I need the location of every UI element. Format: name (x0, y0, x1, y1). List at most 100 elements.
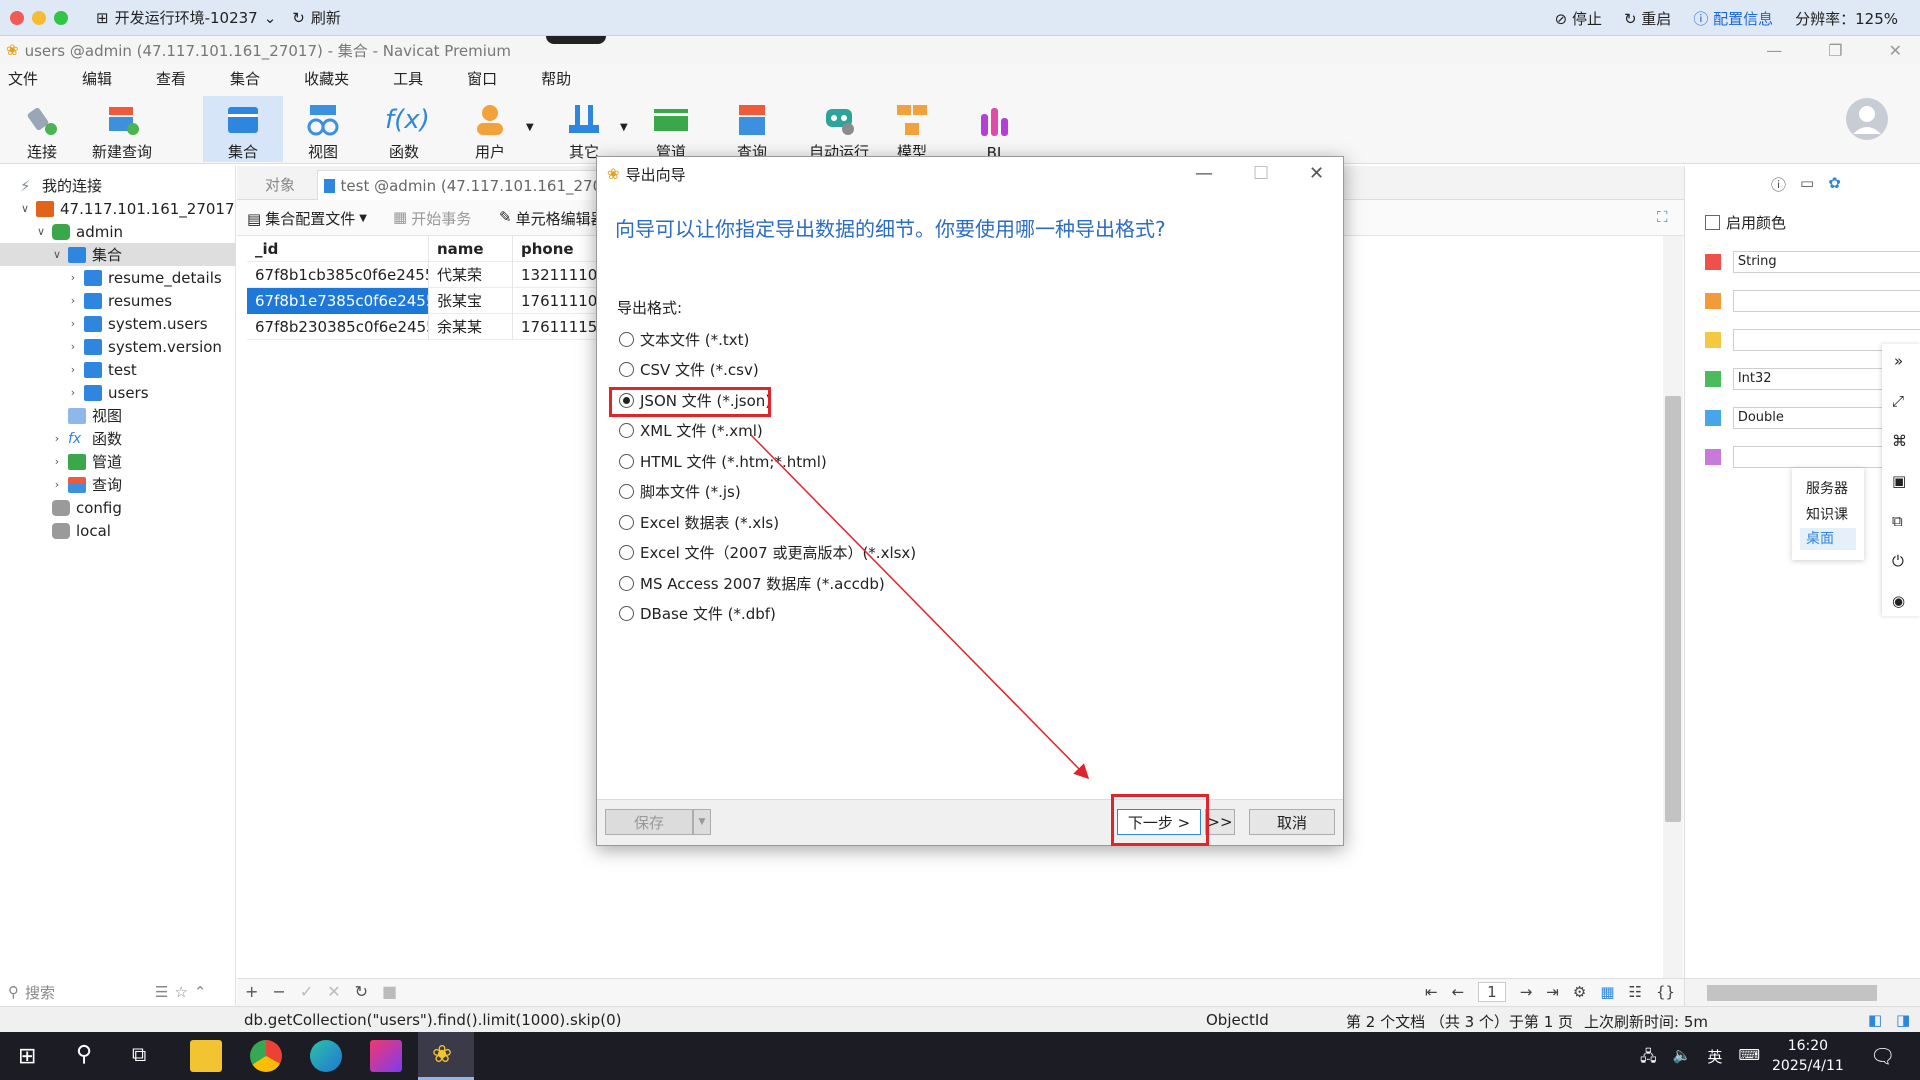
config-file-button[interactable]: ▤ 集合配置文件 ▼ (247, 208, 367, 229)
stop-button[interactable]: ⊘ 停止 (1555, 8, 1602, 29)
network-icon[interactable]: 🖧 (1640, 1046, 1657, 1071)
user-dropdown-icon[interactable]: ▼ (526, 122, 534, 133)
sidebar-search[interactable]: ⚲ 搜索 ☰ ☆ ⌃ (0, 978, 236, 1006)
color-swatch[interactable] (1705, 410, 1721, 426)
tab-collection[interactable]: test @admin (47.117.101.161_2701... (317, 170, 627, 200)
query-button[interactable]: 查询 (716, 96, 788, 162)
tree-collections-group[interactable]: ∨ 集合 (0, 243, 236, 266)
table-cell[interactable]: 132111108 (513, 261, 602, 288)
table-row[interactable]: 67f8b1e7385c0f6e2455 张某宝 176111100 (247, 287, 602, 314)
discard-icon[interactable]: ✕ (327, 982, 340, 1001)
table-row[interactable]: 67f8b1cb385c0f6e2455 代某荣 132111108 (247, 261, 602, 288)
add-record-icon[interactable]: + (245, 982, 258, 1001)
collapse-icon[interactable]: ⌃ (194, 983, 207, 1001)
mac-minimize-icon[interactable] (32, 10, 46, 25)
color-icon[interactable]: ✿ (1828, 174, 1841, 195)
color-type-field[interactable]: String (1732, 251, 1920, 273)
user-button[interactable]: 用户 (454, 96, 526, 162)
copy-icon[interactable]: ⧉ (1892, 512, 1903, 530)
mac-close-icon[interactable] (10, 10, 24, 25)
tree-queries[interactable]: › 查询 (0, 473, 236, 496)
menu-window[interactable]: 窗口 (459, 68, 511, 89)
column-header[interactable]: name (429, 235, 513, 262)
delete-record-icon[interactable]: − (272, 982, 285, 1001)
color-swatch[interactable] (1705, 332, 1721, 348)
eye-icon[interactable]: ◉ (1892, 592, 1905, 610)
expand-icon[interactable]: » (1894, 352, 1903, 370)
color-swatch[interactable] (1705, 371, 1721, 387)
other-button[interactable]: 其它 (548, 96, 620, 162)
stop-icon[interactable]: ■ (382, 982, 397, 1001)
enable-color-checkbox[interactable]: 启用颜色 (1705, 212, 1786, 233)
begin-transaction-button[interactable]: ▦ 开始事务 (393, 208, 471, 229)
navicat-taskbar-item[interactable]: ❀ (418, 1032, 474, 1080)
tree-db-config[interactable]: config (0, 496, 236, 519)
color-swatch[interactable] (1705, 449, 1721, 465)
close-icon[interactable]: ✕ (1889, 41, 1902, 60)
intellij-icon[interactable] (370, 1040, 402, 1072)
search-icon[interactable]: ⚲ (76, 1042, 92, 1067)
bi-button[interactable]: BI (958, 96, 1030, 162)
ddl-icon[interactable]: ▭ (1800, 174, 1814, 195)
menu-edit[interactable]: 编辑 (74, 68, 126, 89)
tree-db-admin[interactable]: ∨ admin (0, 220, 236, 243)
keyboard-icon[interactable]: ⌨ (1738, 1046, 1760, 1071)
avatar[interactable] (1846, 98, 1888, 140)
apply-icon[interactable]: ✓ (300, 982, 313, 1001)
start-icon[interactable]: ⊞ (18, 1044, 36, 1069)
task-view-icon[interactable]: ⧉ (132, 1042, 146, 1066)
tree-pipelines[interactable]: › 管道 (0, 450, 236, 473)
tree-collection-item[interactable]: › system.users (0, 312, 236, 335)
table-cell[interactable]: 67f8b230385c0f6e2455 (247, 313, 429, 340)
mac-maximize-icon[interactable] (54, 10, 68, 25)
tree-collection-item[interactable]: › resume_details (0, 266, 236, 289)
tree-db-local[interactable]: local (0, 519, 236, 542)
new-query-button[interactable]: 新建查询 (86, 96, 158, 162)
tree-collection-item[interactable]: › test (0, 358, 236, 381)
view-button[interactable]: 视图 (287, 96, 359, 162)
table-cell[interactable]: 67f8b1e7385c0f6e2455 (247, 287, 429, 314)
scrollbar-thumb[interactable] (1707, 985, 1877, 1001)
table-cell[interactable]: 176111100 (513, 287, 602, 314)
connect-button[interactable]: 连接 (6, 96, 78, 162)
prev-page-icon[interactable]: ← (1452, 983, 1465, 1001)
tree-collection-item[interactable]: › system.version (0, 335, 236, 358)
column-header[interactable]: phone (513, 235, 602, 262)
tree-views[interactable]: 视图 (0, 404, 236, 427)
ime-indicator[interactable]: 英 (1707, 1046, 1722, 1071)
float-menu-course[interactable]: 知识课 (1806, 504, 1848, 524)
table-row[interactable]: 67f8b230385c0f6e2455 余某某 176111154 (247, 313, 602, 340)
column-header[interactable]: _id (247, 235, 429, 262)
last-page-icon[interactable]: ⇥ (1546, 983, 1559, 1001)
page-number-input[interactable]: 1 (1478, 982, 1506, 1002)
config-info-button[interactable]: ⓘ 配置信息 (1693, 8, 1773, 29)
next-page-icon[interactable]: → (1520, 983, 1533, 1001)
menu-tools[interactable]: 工具 (385, 68, 437, 89)
float-menu-desktop[interactable]: 桌面 (1800, 528, 1856, 550)
env-selector[interactable]: ⊞ 开发运行环境-10237 ⌄ ↻ 刷新 (96, 7, 341, 28)
power-icon[interactable]: ⏻ (1892, 552, 1904, 570)
color-type-field[interactable] (1732, 290, 1920, 312)
apps-icon[interactable]: ⌘ (1892, 432, 1907, 450)
filter-icon[interactable]: ☰ (155, 983, 168, 1001)
color-swatch[interactable] (1705, 293, 1721, 309)
panel-toggle-icon[interactable]: ◧ (1868, 1011, 1882, 1029)
menu-favorites[interactable]: 收藏夹 (296, 68, 363, 89)
table-cell[interactable]: 代某荣 (429, 261, 513, 288)
menu-view[interactable]: 查看 (148, 68, 200, 89)
model-button[interactable]: 模型 (876, 96, 948, 162)
first-page-icon[interactable]: ⇤ (1425, 983, 1438, 1001)
auto-run-button[interactable]: 自动运行 (796, 96, 882, 162)
minimize-icon[interactable]: — (1766, 41, 1782, 60)
info-icon[interactable]: ⓘ (1771, 174, 1786, 195)
tree-functions[interactable]: › fx 函数 (0, 427, 236, 450)
table-cell[interactable]: 67f8b1cb385c0f6e2455 (247, 261, 429, 288)
float-menu-server[interactable]: 服务器 (1806, 478, 1848, 498)
settings-icon[interactable]: ⚙ (1573, 983, 1586, 1001)
table-cell[interactable]: 余某某 (429, 313, 513, 340)
tree-connection[interactable]: ∨ 47.117.101.161_27017 (0, 197, 236, 220)
resolution-selector[interactable]: 分辨率：125% (1795, 8, 1898, 29)
scrollbar-thumb[interactable] (1665, 396, 1681, 822)
function-button[interactable]: f(x) 函数 (368, 96, 440, 162)
other-dropdown-icon[interactable]: ▼ (620, 122, 628, 133)
